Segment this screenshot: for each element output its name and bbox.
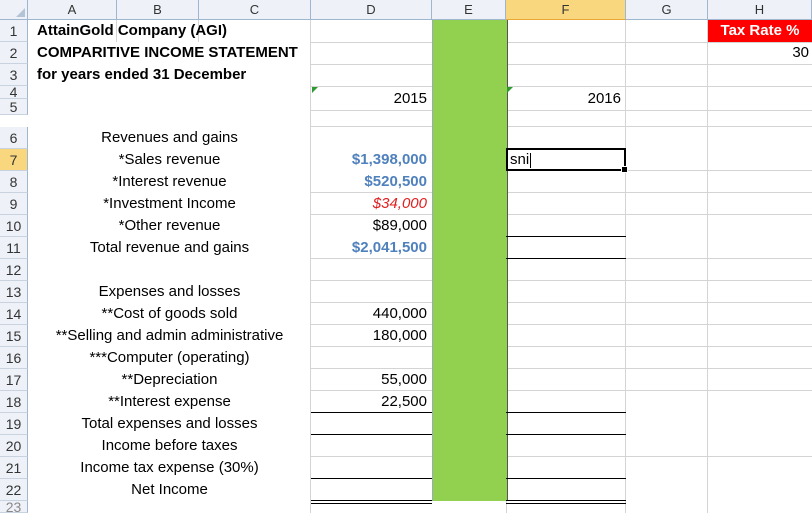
row-header-11[interactable]: 11 — [0, 237, 28, 259]
interest-expense-label: **Interest expense — [108, 393, 231, 410]
income-before-taxes-label: Income before taxes — [101, 437, 238, 454]
border-line — [311, 434, 432, 435]
selling-admin-label: **Selling and admin administrative — [55, 327, 284, 344]
year-2016[interactable]: 2016 — [506, 88, 624, 110]
text-caret — [530, 152, 532, 168]
row-header-5[interactable]: 5 — [0, 99, 28, 115]
border-line — [311, 478, 432, 479]
gridline — [311, 126, 812, 127]
selling-admin-2015[interactable]: 180,000 — [311, 325, 430, 347]
row-header-18[interactable]: 18 — [0, 391, 28, 413]
gridline — [311, 110, 812, 111]
investment-income-2015[interactable]: $34,000 — [311, 193, 430, 215]
interest-expense-2015[interactable]: 22,500 — [311, 391, 430, 413]
row-header-8[interactable]: 8 — [0, 171, 28, 193]
border-line — [506, 236, 626, 237]
row-header-23[interactable]: 23 — [0, 501, 28, 513]
cogs-2015[interactable]: 440,000 — [311, 303, 430, 325]
gridline — [311, 64, 812, 65]
row-header-13[interactable]: 13 — [0, 281, 28, 303]
border-line — [506, 503, 626, 504]
column-header-h[interactable]: H — [708, 0, 812, 20]
border-line — [506, 412, 626, 413]
year-2015[interactable]: 2015 — [311, 88, 430, 110]
row-header-19[interactable]: 19 — [0, 413, 28, 435]
depreciation-2015[interactable]: 55,000 — [311, 369, 430, 391]
gridline — [311, 280, 812, 281]
column-header-a[interactable]: A — [28, 0, 117, 20]
select-all-triangle-icon — [16, 8, 25, 17]
row-header-10[interactable]: 10 — [0, 215, 28, 237]
column-header-g[interactable]: G — [626, 0, 708, 20]
row-header-20[interactable]: 20 — [0, 435, 28, 457]
sales-revenue-2015[interactable]: $1,398,000 — [311, 149, 430, 171]
gridline — [311, 456, 812, 457]
fill-handle[interactable] — [621, 166, 628, 173]
border-line — [506, 500, 626, 501]
row-header-1[interactable]: 1 — [0, 20, 28, 42]
interest-revenue-2015[interactable]: $520,500 — [311, 171, 430, 193]
tax-rate-label: Tax Rate % — [708, 20, 812, 42]
row-header-15[interactable]: 15 — [0, 325, 28, 347]
gridline — [311, 86, 812, 87]
column-header-f[interactable]: F — [506, 0, 626, 20]
row-header-16[interactable]: 16 — [0, 347, 28, 369]
gridline — [626, 170, 812, 171]
spreadsheet-grid: A B C D E F G H 1 2 3 4 5 6 7 8 9 10 11 … — [0, 0, 812, 513]
gridline — [707, 20, 708, 513]
row-header-14[interactable]: 14 — [0, 303, 28, 325]
active-cell-text: sni — [510, 151, 530, 168]
row-header-21[interactable]: 21 — [0, 457, 28, 479]
other-revenue-label: *Other revenue — [118, 217, 221, 234]
company-name: AttainGold Company (AGI) — [37, 22, 227, 39]
sales-revenue-label: *Sales revenue — [118, 151, 221, 168]
revenues-heading: Revenues and gains — [101, 129, 238, 146]
row-header-17[interactable]: 17 — [0, 369, 28, 391]
statement-title: COMPARITIVE INCOME STATEMENT — [37, 44, 298, 61]
row-header-22[interactable]: 22 — [0, 479, 28, 501]
cogs-label: **Cost of goods sold — [101, 305, 238, 322]
income-tax-expense-label: Income tax expense (30%) — [80, 459, 259, 476]
active-cell-value: sni — [510, 149, 532, 171]
depreciation-label: **Depreciation — [121, 371, 218, 388]
row-header-12[interactable]: 12 — [0, 259, 28, 281]
computer-operating-label: ***Computer (operating) — [89, 349, 250, 366]
interest-revenue-label: *Interest revenue — [112, 173, 227, 190]
net-income-label: Net Income — [131, 481, 208, 498]
row-header-9[interactable]: 9 — [0, 193, 28, 215]
border-line — [311, 503, 432, 504]
border-line — [506, 434, 626, 435]
select-all-corner[interactable] — [0, 0, 28, 20]
total-expenses-label: Total expenses and losses — [81, 415, 258, 432]
border-line — [506, 258, 626, 259]
highlighted-column-e — [432, 20, 508, 501]
column-header-c[interactable]: C — [199, 0, 311, 20]
column-header-e[interactable]: E — [432, 0, 506, 20]
border-line — [311, 500, 432, 501]
total-revenue-label: Total revenue and gains — [89, 239, 250, 256]
tax-rate-value[interactable]: 30 — [708, 42, 812, 64]
row-header-3[interactable]: 3 — [0, 64, 28, 86]
column-header-b[interactable]: B — [117, 0, 199, 20]
column-header-d[interactable]: D — [311, 0, 432, 20]
row-header-4[interactable]: 4 — [0, 85, 28, 99]
statement-period: for years ended 31 December — [37, 66, 247, 83]
border-line — [311, 412, 432, 413]
gridline — [625, 20, 626, 513]
expenses-heading: Expenses and losses — [98, 283, 241, 300]
investment-income-label: *Investment Income — [103, 195, 236, 212]
total-revenue-2015[interactable]: $2,041,500 — [311, 237, 430, 259]
active-cell-f7[interactable]: sni — [506, 148, 628, 173]
other-revenue-2015[interactable]: $89,000 — [311, 215, 430, 237]
row-header-6[interactable]: 6 — [0, 127, 28, 149]
border-line — [506, 478, 626, 479]
row-header-2[interactable]: 2 — [0, 42, 28, 64]
row-header-7[interactable]: 7 — [0, 149, 28, 171]
